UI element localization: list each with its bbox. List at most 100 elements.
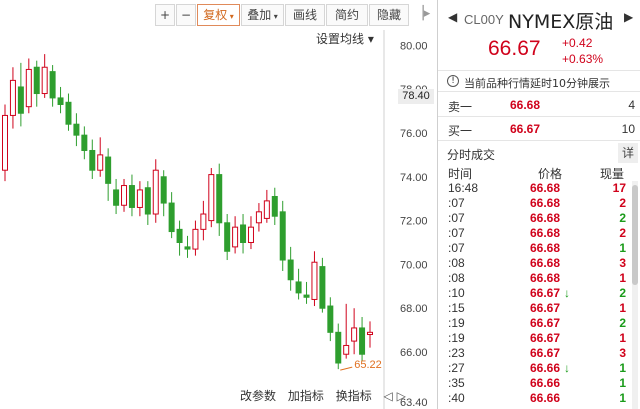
ticks-column-headers: 时间 价格 现量 [438,165,640,181]
ticks-title: 分时成交 [447,148,496,162]
collapse-panel-icon[interactable]: ▕▸ [410,4,434,26]
tick-price: 66.68 [530,256,561,270]
candle [271,187,278,225]
tick-time: :19 [448,316,465,330]
candle-body [311,261,318,300]
bid-label: 买一 [448,124,473,138]
tick-volume: 2 [619,286,626,300]
candle-body [343,344,350,355]
bid-row: 买一 66.67 10 [438,117,640,141]
candlestick-chart: 80.0078.0076.0074.0072.0070.0068.0066.00… [2,30,428,409]
tick-row: :07 66.68 1 [438,241,630,256]
candle [240,214,247,254]
prev-symbol-icon[interactable]: ◀ [448,10,457,24]
edit-params-link[interactable]: 改参数 [240,389,276,403]
candle-body [113,189,120,206]
candle-body [73,123,80,136]
tick-price: 66.68 [530,241,561,255]
tick-price: 66.67 [530,316,561,330]
ask-label: 卖一 [448,100,473,114]
ticks-list[interactable]: 16:48 66.68 17:07 66.68 2:07 66.68 2:07 66.68 2:… [438,181,630,409]
candle [9,67,16,129]
candle [65,93,72,131]
candle-body [176,228,183,244]
candle [89,139,96,179]
tick-row: :08 66.68 1 [438,271,630,286]
candle [295,268,302,300]
candle [81,126,88,160]
tick-time: :10 [448,286,465,300]
tick-time: :08 [448,256,465,270]
tick-row: :15 66.67 1 [438,301,630,316]
switch-indicator-link[interactable]: 换指标 [336,389,372,403]
candle-body [359,327,366,355]
candle [73,113,80,147]
hide-button[interactable]: 隐藏 [369,4,409,26]
tick-row: :08 66.68 3 [438,256,630,271]
candle [351,308,358,355]
tick-row: :19 66.67 1 [438,331,630,346]
tick-volume: 1 [619,361,626,375]
candle-body [351,327,358,342]
candle [359,316,366,361]
candle-body [240,224,247,244]
ask-volume: 4 [628,98,635,112]
nav-arrows-icon[interactable]: ◁ ▷ [384,389,406,403]
tick-time: :07 [448,241,465,255]
tick-row: 16:48 66.68 17 [438,181,630,196]
down-arrow-icon: ↓ [564,286,570,300]
ticks-scrollbar[interactable] [632,181,638,409]
candle-body [25,68,32,108]
detail-button[interactable]: 详 [618,143,638,163]
candle-body [2,114,8,171]
zoom-out-button[interactable]: − [176,4,196,26]
delay-notice: ! 当前品种行情延时10分钟展示 [438,70,640,92]
candle-body [57,97,64,105]
candle-body [89,149,96,171]
tick-volume: 1 [619,271,626,285]
candle [255,203,262,232]
candle-body [319,266,326,309]
candle-body [335,331,342,364]
candle-body [279,211,286,261]
tick-volume: 1 [619,376,626,390]
y-tick-label: 66.00 [400,347,428,359]
candle-body [367,331,373,336]
candle [335,323,342,370]
zoom-in-button[interactable]: + [155,4,175,26]
candle [232,216,239,254]
tick-time: :23 [448,346,465,360]
candle [176,220,183,256]
draw-line-button[interactable]: 画线 [285,4,325,26]
candle [17,62,24,127]
candle-body [224,222,231,252]
candle [41,54,48,98]
candle [224,214,231,261]
candle [184,235,191,258]
candle-body [168,202,175,233]
quote-panel: ◀ CL00Y NYMEX原油 ▶ 66.67 +0.42 +0.63% ! 当… [437,0,640,409]
tick-row: :23 66.67 3 [438,346,630,361]
overlay-dropdown[interactable]: 叠加 ▾ [241,4,284,26]
tick-volume: 2 [619,196,626,210]
candle-body [152,169,159,215]
next-symbol-icon[interactable]: ▶ [624,10,633,24]
fuquan-label: 复权 [203,8,228,22]
candle [144,181,151,225]
simple-mode-button[interactable]: 简约 [326,4,368,26]
add-indicator-link[interactable]: 加指标 [288,389,324,403]
tick-volume: 1 [619,391,626,405]
tick-time: :35 [448,376,465,390]
tick-volume: 3 [619,256,626,270]
tick-time: :07 [448,211,465,225]
candle [208,168,215,228]
fuquan-dropdown[interactable]: 复权 ▾ [197,4,240,26]
candle-body [128,185,135,208]
candle [121,178,128,212]
scrollbar-thumb[interactable] [632,185,638,285]
y-tick-label: 70.00 [400,259,428,271]
tick-price: 66.67 [530,301,561,315]
candle-body [9,79,16,116]
candle [128,174,135,217]
tick-volume: 17 [612,181,626,195]
